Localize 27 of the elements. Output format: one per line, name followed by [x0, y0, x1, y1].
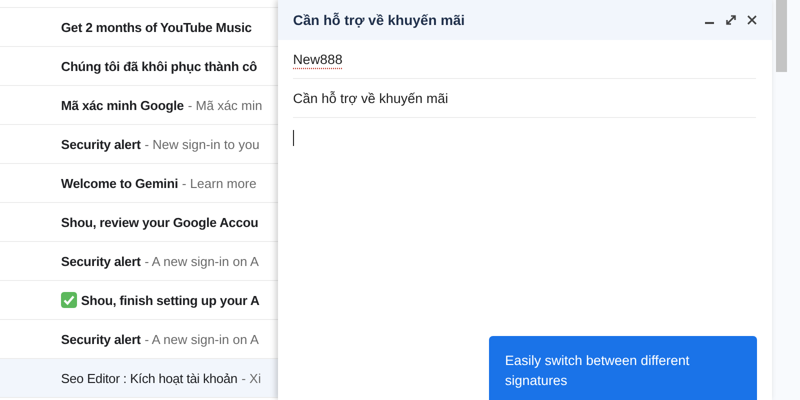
mail-subject: Chúng tôi đã khôi phục thành cô [61, 58, 258, 74]
mail-subject: Mã xác minh Google [61, 98, 184, 112]
mail-subject: Get 2 months of YouTube Music [61, 20, 252, 34]
mail-subject: Security alert [61, 332, 141, 346]
text-cursor [293, 130, 294, 146]
mail-subject: Security alert [61, 254, 141, 268]
mail-subject: Welcome to Gemini [61, 176, 178, 190]
mail-subject: Shou, review your Google Accou [61, 214, 258, 230]
mail-snippet: - New sign-in to you [144, 136, 260, 152]
check-mark-icon [61, 292, 77, 308]
scrollbar[interactable] [776, 0, 787, 72]
unread-mail-row[interactable]: Shou, finish setting up your A [0, 281, 278, 320]
mail-snippet: - A new sign-in on A [144, 332, 259, 346]
read-mail-row[interactable]: Seo Editor : Kích hoạt tài khoản - Xi [0, 359, 278, 398]
mail-snippet: - Learn more [182, 176, 256, 190]
mail-subject: Shou, finish setting up your A [81, 292, 260, 308]
expand-icon[interactable] [725, 14, 737, 26]
recipients-field[interactable]: New888 [293, 40, 756, 79]
close-icon[interactable] [746, 14, 758, 26]
subject-field[interactable]: Cần hỗ trợ về khuyến mãi [293, 79, 756, 118]
mail-snippet: - Mã xác min [188, 98, 262, 112]
mail-snippet: - Xi [241, 370, 261, 386]
mail-subject: Security alert [61, 136, 141, 152]
mail-subject: Seo Editor : Kích hoạt tài khoản [61, 370, 238, 386]
compose-title: Cần hỗ trợ về khuyến mãi [293, 12, 465, 28]
mail-snippet: - A new sign-in on A [144, 254, 259, 268]
signature-tooltip: Easily switch between different signatures [489, 336, 757, 400]
